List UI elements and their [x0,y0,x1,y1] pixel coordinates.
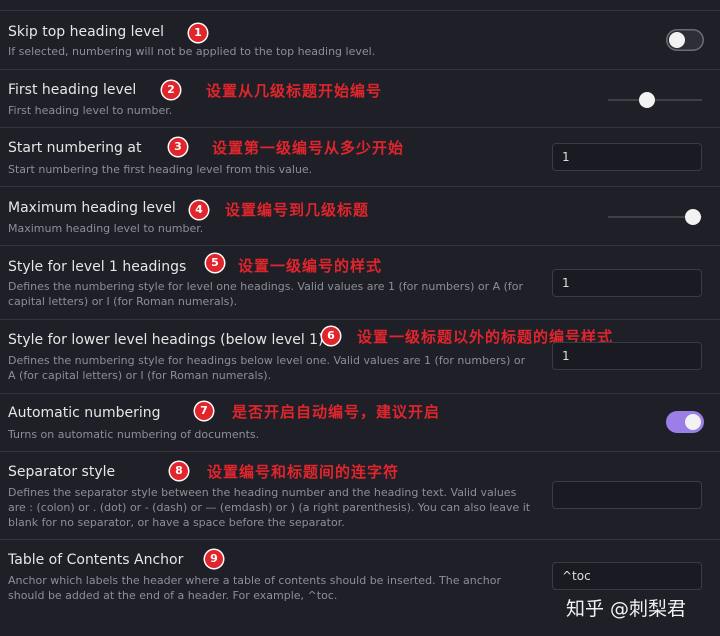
toc-anchor-input[interactable]: ^toc [552,562,702,590]
setting-title: First heading level [8,82,137,98]
annotation-badge: 1 [189,24,207,42]
setting-separator-style: Separator style Defines the separator st… [0,452,720,540]
setting-skip-top-heading: Skip top heading level If selected, numb… [0,11,720,70]
toggle-knob [669,32,685,48]
annotation-badge: 4 [190,201,208,219]
slider-thumb[interactable] [639,92,656,108]
first-heading-level-slider[interactable] [608,92,702,108]
setting-start-numbering-at: Start numbering at Start numbering the f… [0,128,720,187]
setting-description: Anchor which labels the header where a t… [8,574,501,602]
setting-description: Maximum heading level to number. [8,222,204,235]
annotation-badge: 6 [322,327,340,345]
setting-description: Defines the numbering style for headings… [8,354,526,382]
setting-title: Maximum heading level [8,200,176,216]
annotation-badge: 7 [195,402,213,420]
style-level-1-input[interactable]: 1 [552,269,702,297]
annotation-badge: 2 [162,81,180,99]
annotation-note: 设置从几级标题开始编号 [206,82,383,100]
setting-first-heading-level: First heading level First heading level … [0,70,720,128]
setting-title: Automatic numbering [8,405,161,421]
annotation-note: 是否开启自动编号，建议开启 [232,403,441,421]
setting-title: Separator style [8,464,116,480]
start-numbering-input[interactable]: 1 [552,143,702,171]
maximum-heading-level-slider[interactable] [608,209,702,225]
slider-thumb[interactable] [684,209,701,225]
toggle-knob [685,414,701,430]
setting-description: If selected, numbering will not be appli… [8,45,376,58]
setting-description: Defines the separator style between the … [8,486,531,529]
setting-description: First heading level to number. [8,104,173,117]
annotation-badge: 5 [206,254,224,272]
setting-style-lower-levels: Style for lower level headings (below le… [0,320,720,394]
style-lower-levels-input[interactable]: 1 [552,342,702,370]
automatic-numbering-toggle[interactable] [666,411,704,433]
setting-maximum-heading-level: Maximum heading level Maximum heading le… [0,187,720,246]
separator-style-input[interactable] [552,481,702,509]
setting-title: Skip top heading level [8,24,164,40]
annotation-badge: 8 [170,462,188,480]
annotation-note: 设置一级编号的样式 [238,257,383,275]
setting-description: Turns on automatic numbering of document… [8,428,260,441]
skip-top-heading-toggle[interactable] [666,29,704,51]
setting-toc-anchor: Table of Contents Anchor Anchor which la… [0,540,720,636]
setting-automatic-numbering: Automatic numbering Turns on automatic n… [0,394,720,452]
setting-style-level-1: Style for level 1 headings Defines the n… [0,246,720,320]
annotation-note: 设置第一级编号从多少开始 [212,139,405,157]
setting-description: Defines the numbering style for level on… [8,280,524,308]
setting-title: Table of Contents Anchor [8,552,184,568]
annotation-note: 设置编号到几级标题 [225,201,370,219]
watermark: 知乎 @刺梨君 [566,598,687,620]
annotation-note: 设置编号和标题间的连字符 [207,463,400,481]
annotation-badge: 3 [169,138,187,156]
setting-description: Start numbering the first heading level … [8,163,313,176]
setting-title: Style for lower level headings (below le… [8,332,324,348]
annotation-badge: 9 [205,550,223,568]
setting-title: Start numbering at [8,140,142,156]
setting-title: Style for level 1 headings [8,259,187,275]
